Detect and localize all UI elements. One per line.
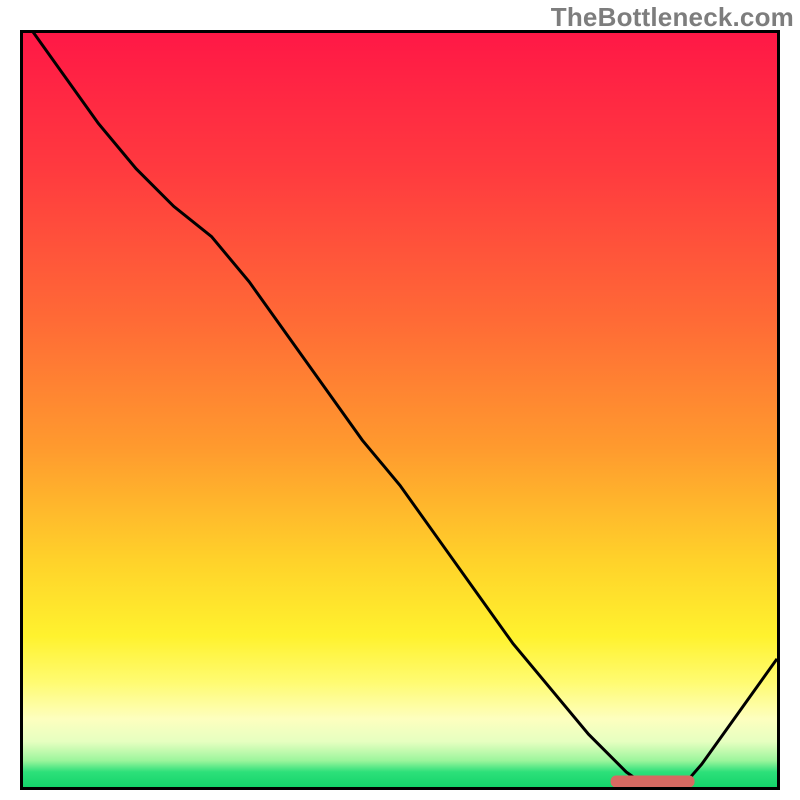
plot-area [20,30,780,790]
optimum-marker [611,776,694,787]
chart-container: TheBottleneck.com [0,0,800,800]
watermark-text: TheBottleneck.com [551,2,794,33]
curve-layer [23,33,777,787]
bottleneck-curve [23,33,777,784]
